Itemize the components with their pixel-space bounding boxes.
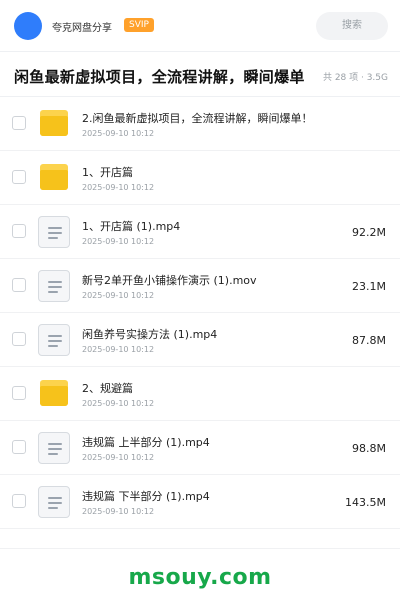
share-summary: 共 28 项 · 3.5G: [322, 73, 388, 83]
list-item[interactable]: 新号2单开鱼小铺操作演示 (1).mov 2025-09-10 10:12 23…: [0, 259, 400, 313]
row-checkbox[interactable]: [12, 440, 26, 454]
file-name[interactable]: 违规篇 上半部分 (1).mp4: [82, 434, 210, 450]
avatar[interactable]: [14, 12, 42, 40]
divider: [0, 548, 400, 549]
file-date: 2025-09-10 10:12: [82, 453, 155, 462]
file-name[interactable]: 1、开店篇 (1).mp4: [82, 218, 180, 234]
video-file-icon: [38, 216, 70, 248]
file-date: 2025-09-10 10:12: [82, 345, 155, 354]
file-size: 143.5M: [345, 496, 386, 509]
list-item[interactable]: 违规篇 下半部分 (1).mp4 2025-09-10 10:12 143.5M: [0, 475, 400, 529]
file-date: 2025-09-10 10:12: [82, 183, 155, 192]
video-file-icon: [38, 432, 70, 464]
row-checkbox[interactable]: [12, 170, 26, 184]
file-name[interactable]: 2、规避篇: [82, 380, 133, 396]
video-file-icon: [38, 486, 70, 518]
row-checkbox[interactable]: [12, 386, 26, 400]
row-checkbox[interactable]: [12, 116, 26, 130]
file-date: 2025-09-10 10:12: [82, 291, 155, 300]
folder-icon: [38, 378, 70, 410]
list-item[interactable]: 2.闲鱼最新虚拟项目，全流程讲解，瞬间爆单！ 2025-09-10 10:12: [0, 97, 400, 151]
file-name[interactable]: 1、开店篇: [82, 164, 133, 180]
file-size: 23.1M: [352, 280, 386, 293]
file-size: 92.2M: [352, 226, 386, 239]
file-size: 98.8M: [352, 442, 386, 455]
file-name[interactable]: 2.闲鱼最新虚拟项目，全流程讲解，瞬间爆单！: [82, 110, 313, 126]
svip-badge: SVIP: [124, 18, 154, 32]
row-checkbox[interactable]: [12, 278, 26, 292]
file-size: 87.8M: [352, 334, 386, 347]
row-checkbox[interactable]: [12, 494, 26, 508]
file-name[interactable]: 新号2单开鱼小铺操作演示 (1).mov: [82, 272, 257, 288]
share-title-row: 闲鱼最新虚拟项目，全流程讲解，瞬间爆单 共 28 项 · 3.5G: [0, 53, 400, 97]
header-bar: 夸克网盘分享 SVIP 搜索: [0, 0, 400, 52]
folder-icon: [38, 162, 70, 194]
list-item[interactable]: 闲鱼养号实操方法 (1).mp4 2025-09-10 10:12 87.8M: [0, 313, 400, 367]
list-item[interactable]: 2、规避篇 2025-09-10 10:12: [0, 367, 400, 421]
file-name[interactable]: 闲鱼养号实操方法 (1).mp4: [82, 326, 217, 342]
file-list: 2.闲鱼最新虚拟项目，全流程讲解，瞬间爆单！ 2025-09-10 10:12 …: [0, 97, 400, 529]
list-item[interactable]: 1、开店篇 2025-09-10 10:12: [0, 151, 400, 205]
file-name[interactable]: 违规篇 下半部分 (1).mp4: [82, 488, 210, 504]
file-date: 2025-09-10 10:12: [82, 129, 155, 138]
search-box[interactable]: 搜索: [316, 12, 388, 40]
row-checkbox[interactable]: [12, 224, 26, 238]
video-file-icon: [38, 324, 70, 356]
list-item[interactable]: 1、开店篇 (1).mp4 2025-09-10 10:12 92.2M: [0, 205, 400, 259]
user-name[interactable]: 夸克网盘分享: [52, 19, 112, 34]
file-date: 2025-09-10 10:12: [82, 237, 155, 246]
watermark: msouy.com: [128, 565, 272, 590]
row-checkbox[interactable]: [12, 332, 26, 346]
video-file-icon: [38, 270, 70, 302]
folder-icon: [38, 108, 70, 140]
file-date: 2025-09-10 10:12: [82, 507, 155, 516]
page-title: 闲鱼最新虚拟项目，全流程讲解，瞬间爆单: [14, 68, 305, 86]
file-date: 2025-09-10 10:12: [82, 399, 155, 408]
list-item[interactable]: 违规篇 上半部分 (1).mp4 2025-09-10 10:12 98.8M: [0, 421, 400, 475]
